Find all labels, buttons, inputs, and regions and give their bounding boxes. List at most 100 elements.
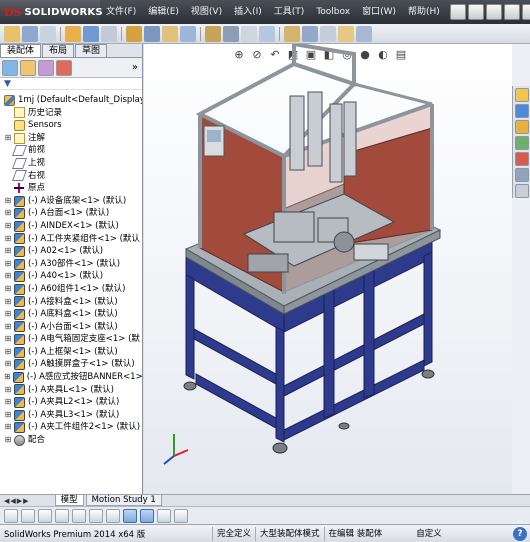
feature-tree-view-icon[interactable] <box>123 508 137 523</box>
menu-insert[interactable]: 插入(I) <box>228 0 268 24</box>
expand-icon[interactable]: ⊞ <box>4 258 12 271</box>
tree-component[interactable]: ⊞ (-) A40<1> (默认) <box>0 270 142 283</box>
section-icon[interactable] <box>89 508 103 523</box>
graphics-area[interactable]: ⊕ ⊘ ↶ ◩ ▣ ◧ ◎ ● ◐ ▤ <box>144 44 512 494</box>
tile-view-icon[interactable] <box>174 508 188 523</box>
mate-icon[interactable] <box>22 25 38 42</box>
display-manager-tab-icon[interactable] <box>56 59 72 76</box>
first-tab-icon[interactable]: ◀ <box>4 497 9 505</box>
machine-model[interactable] <box>144 44 512 494</box>
tree-component[interactable]: ⊞ (-) A底料盒<1> (默认) <box>0 308 142 321</box>
smart-fasteners-icon[interactable] <box>65 25 81 42</box>
menu-file[interactable]: 文件(F) <box>100 0 142 24</box>
show-hidden-icon[interactable] <box>101 25 117 42</box>
tree-component[interactable]: ⊞ (-) A触摸屏盒子<1> (默认) <box>0 358 142 371</box>
pan-icon[interactable] <box>55 508 69 523</box>
expand-panel-icon[interactable]: » <box>132 62 138 73</box>
expand-icon[interactable]: ⊞ <box>4 396 12 409</box>
last-tab-icon[interactable]: ▶ <box>23 497 28 505</box>
prev-tab-icon[interactable]: ◀ <box>10 497 15 505</box>
file-explorer-icon[interactable] <box>514 120 529 134</box>
menu-tools[interactable]: 工具(T) <box>268 0 311 24</box>
tree-item-sensors[interactable]: Sensors <box>0 119 142 132</box>
expand-icon[interactable]: ⊞ <box>4 346 12 359</box>
design-library-icon[interactable] <box>514 104 529 118</box>
menu-toolbox[interactable]: Toolbox <box>310 0 356 24</box>
explode-line-sketch-icon[interactable] <box>223 25 239 42</box>
feature-tree-tab-icon[interactable] <box>2 59 18 76</box>
zoom-icon[interactable] <box>72 508 86 523</box>
tree-component[interactable]: ⊞ (-) A设备底架<1> (默认) <box>0 195 142 208</box>
take-snapshot-icon[interactable] <box>338 25 354 42</box>
3d-view-icon[interactable] <box>21 508 35 523</box>
tree-component[interactable]: ⊞ (-) A感应式按钮BANNER<1> <box>0 371 142 384</box>
rotate-icon[interactable] <box>38 508 52 523</box>
tree-item-annotations[interactable]: ⊞ 注解 <box>0 132 142 145</box>
assembly-features-icon[interactable] <box>126 25 142 42</box>
model-view-icon[interactable] <box>4 508 18 523</box>
tree-item-front-plane[interactable]: 前视 <box>0 144 142 157</box>
expand-icon[interactable]: ⊞ <box>4 220 12 233</box>
view-palette-icon[interactable] <box>514 136 529 150</box>
expand-icon[interactable]: ⊞ <box>4 270 12 283</box>
expand-icon[interactable]: ⊞ <box>4 296 12 309</box>
appearances-scenes-icon[interactable] <box>514 152 529 166</box>
forum-icon[interactable] <box>514 184 529 198</box>
tree-component[interactable]: ⊞ (-) A60组件1<1> (默认) <box>0 283 142 296</box>
expand-icon[interactable]: ⊞ <box>4 434 12 447</box>
custom-properties-icon[interactable] <box>514 168 529 182</box>
expand-icon[interactable]: ⊞ <box>4 421 12 434</box>
next-tab-icon[interactable]: ▶ <box>17 497 22 505</box>
large-assembly-mode-icon[interactable] <box>356 25 372 42</box>
solidworks-logo[interactable]: ƊS SOLIDWORKS <box>0 0 103 24</box>
tree-item-origin[interactable]: 原点 <box>0 182 142 195</box>
expand-icon[interactable]: ⊞ <box>4 245 12 258</box>
measure-icon[interactable] <box>106 508 120 523</box>
tree-root[interactable]: 1mj (Default<Default_Display <box>0 94 142 107</box>
split-view-icon[interactable] <box>157 508 171 523</box>
tree-component[interactable]: ⊞ (-) A电气箱固定支座<1> (默 <box>0 333 142 346</box>
help-icon[interactable]: ? <box>513 526 527 541</box>
tree-item-right-plane[interactable]: 右视 <box>0 170 142 183</box>
menu-edit[interactable]: 编辑(E) <box>142 0 185 24</box>
instant3d-icon[interactable] <box>302 25 318 42</box>
save-icon[interactable] <box>503 4 520 20</box>
expand-icon[interactable]: ⊞ <box>4 371 11 384</box>
expand-icon[interactable]: ⊞ <box>4 321 12 334</box>
expand-icon[interactable]: ⊞ <box>4 233 12 246</box>
menu-window[interactable]: 窗口(W) <box>356 0 402 24</box>
tree-item-mates[interactable]: ⊞ 配合 <box>0 434 142 447</box>
property-manager-tab-icon[interactable] <box>20 59 36 76</box>
exploded-view-icon[interactable] <box>205 25 221 42</box>
new-document-icon[interactable] <box>467 4 484 20</box>
expand-icon[interactable]: ⊞ <box>4 409 12 422</box>
expand-icon[interactable]: ⊞ <box>4 207 12 220</box>
status-units[interactable]: 自定义 <box>412 527 446 541</box>
tree-component[interactable]: ⊞ (-) A工件夹紧组件<1> (默认 <box>0 233 142 246</box>
move-component-icon[interactable] <box>83 25 99 42</box>
tree-component[interactable]: ⊞ (-) A台面<1> (默认) <box>0 207 142 220</box>
reference-geometry-icon[interactable] <box>144 25 160 42</box>
expand-icon[interactable]: ⊞ <box>4 132 12 145</box>
tab-motion-study[interactable]: Motion Study 1 <box>85 495 162 506</box>
tree-component[interactable]: ⊞ (-) A夹工件组件2<1> (默认) <box>0 421 142 434</box>
new-motion-study-icon[interactable] <box>162 25 178 42</box>
open-icon[interactable] <box>485 4 502 20</box>
tree-component[interactable]: ⊞ (-) A30部件<1> (默认) <box>0 258 142 271</box>
tree-component[interactable]: ⊞ (-) A夹具L<1> (默认) <box>0 384 142 397</box>
tree-component[interactable]: ⊞ (-) A上框架<1> (默认) <box>0 346 142 359</box>
tree-component[interactable]: ⊞ (-) A夹具L2<1> (默认) <box>0 396 142 409</box>
tab-model[interactable]: 模型 <box>54 495 84 506</box>
solidworks-resources-icon[interactable] <box>514 88 529 102</box>
tree-component[interactable]: ⊞ (-) AINDEX<1> (默认) <box>0 220 142 233</box>
tree-component[interactable]: ⊞ (-) A小台面<1> (默认) <box>0 321 142 334</box>
clearance-verification-icon[interactable] <box>259 25 275 42</box>
tree-component[interactable]: ⊞ (-) A02<1> (默认) <box>0 245 142 258</box>
filter-icon[interactable]: ▼ <box>4 79 11 89</box>
tree-item-top-plane[interactable]: 上视 <box>0 157 142 170</box>
expand-icon[interactable]: ⊞ <box>4 358 12 371</box>
speedpak-icon[interactable] <box>320 25 336 42</box>
expand-icon[interactable]: ⊞ <box>4 308 12 321</box>
bill-of-materials-icon[interactable] <box>180 25 196 42</box>
tab-assembly[interactable]: 装配体 <box>0 44 42 57</box>
